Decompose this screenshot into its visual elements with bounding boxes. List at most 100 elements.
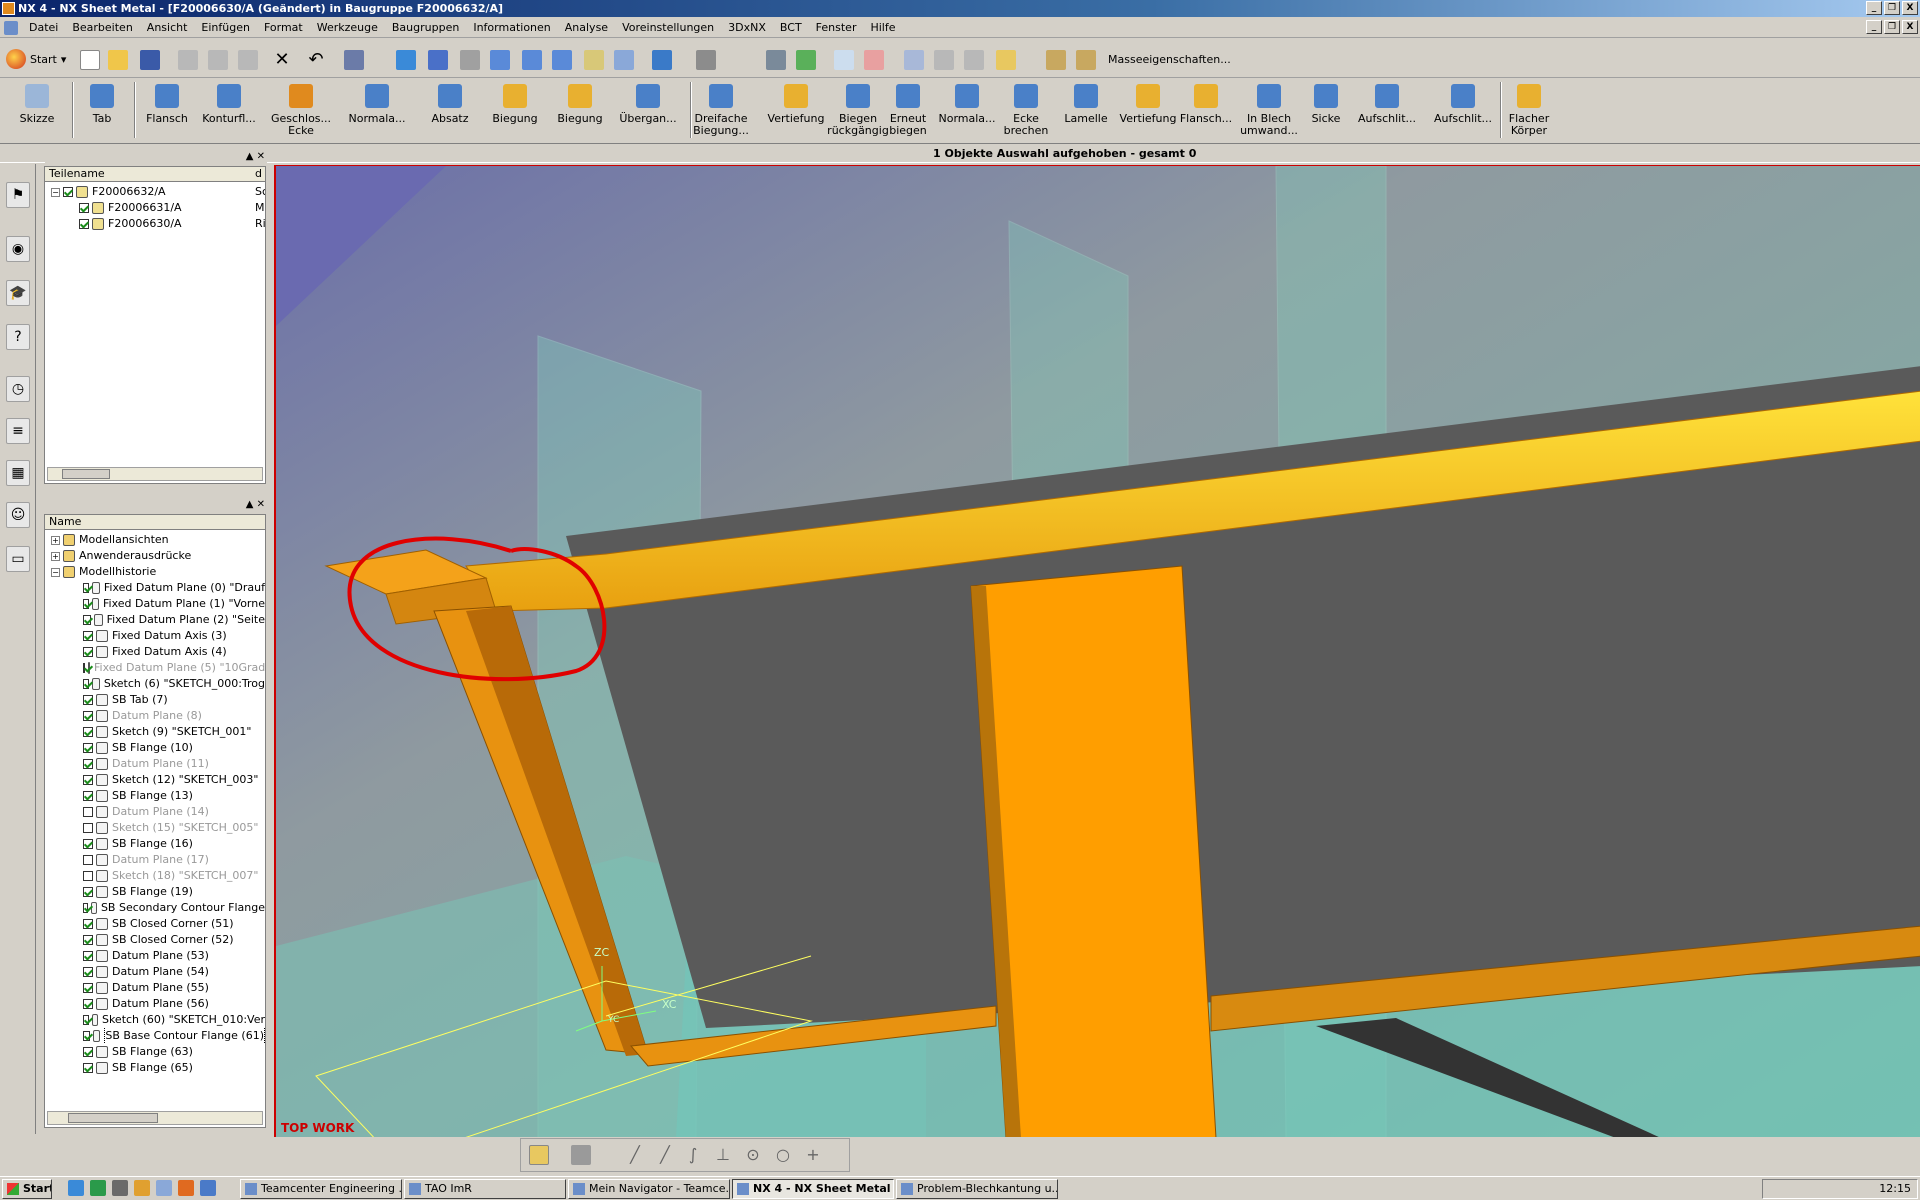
expand-toggle-icon[interactable]: +: [51, 551, 60, 561]
taskbar-button[interactable]: Teamcenter Engineering ...: [240, 1179, 402, 1199]
menu-fenster[interactable]: Fenster: [809, 21, 864, 35]
ribbon-button-flansch[interactable]: Flansch...: [1178, 80, 1234, 140]
feature-tree-row[interactable]: Fixed Datum Plane (2) "Seite: [45, 612, 265, 628]
roles-tab-icon[interactable]: ☺: [6, 502, 30, 528]
feature-checkbox[interactable]: [83, 743, 93, 753]
feature-tree-row[interactable]: SB Flange (19): [45, 884, 265, 900]
feature-checkbox[interactable]: [83, 919, 93, 929]
feature-checkbox[interactable]: [83, 679, 90, 689]
web-browser-tab-icon[interactable]: ▭: [6, 546, 30, 572]
ribbon-button-aufschlit[interactable]: Aufschlit...: [1354, 80, 1420, 140]
ribbon-button-übergan[interactable]: Übergan...: [618, 80, 678, 140]
feature-tree-row[interactable]: SB Closed Corner (52): [45, 932, 265, 948]
document-icon[interactable]: [4, 21, 18, 35]
graphics-viewport[interactable]: ZC XC YC TOP WORK: [274, 165, 1920, 1137]
feature-tree-row[interactable]: Fixed Datum Plane (0) "Drauf: [45, 580, 265, 596]
part-horizontal-scrollbar[interactable]: [47, 1111, 263, 1125]
quicklaunch-icon[interactable]: [178, 1180, 194, 1196]
windows-start-button[interactable]: Start: [2, 1179, 52, 1199]
feature-checkbox[interactable]: [83, 1015, 89, 1025]
ribbon-button-ecke-brechen[interactable]: Ecke brechen: [1000, 80, 1052, 140]
ribbon-button-in-blech-umwand[interactable]: In Blech umwand...: [1236, 80, 1302, 140]
feature-tree-row[interactable]: SB Flange (10): [45, 740, 265, 756]
help-tab-icon[interactable]: ?: [6, 324, 30, 350]
ribbon-button-sicke[interactable]: Sicke: [1306, 80, 1346, 140]
taskbar-button[interactable]: Mein Navigator - Teamce...: [568, 1179, 730, 1199]
menu-baugruppen[interactable]: Baugruppen: [385, 21, 466, 35]
feature-checkbox[interactable]: [83, 871, 93, 881]
view-orientation-icon[interactable]: [652, 50, 672, 70]
menu-bearbeiten[interactable]: Bearbeiten: [65, 21, 139, 35]
feature-checkbox[interactable]: [83, 711, 93, 721]
feature-tree-row[interactable]: Fixed Datum Axis (4): [45, 644, 265, 660]
quicklaunch-icon[interactable]: [200, 1180, 216, 1196]
undo-icon[interactable]: ↶: [306, 50, 326, 70]
quadrant-snap-icon[interactable]: ○: [773, 1145, 793, 1165]
feature-checkbox[interactable]: [83, 1031, 90, 1041]
quicklaunch-icon[interactable]: [112, 1180, 128, 1196]
ribbon-button-erneut-biegen[interactable]: Erneut biegen: [884, 80, 932, 140]
feature-checkbox[interactable]: [83, 823, 93, 833]
feature-checkbox[interactable]: [83, 599, 89, 609]
part-navigator-tab-icon[interactable]: ◉: [6, 236, 30, 262]
feature-checkbox[interactable]: [83, 583, 90, 593]
taskbar-button[interactable]: Problem-Blechkantung u...: [896, 1179, 1058, 1199]
snap-icon[interactable]: [834, 50, 854, 70]
ribbon-button-aufschlit[interactable]: Aufschlit...: [1432, 80, 1494, 140]
ribbon-button-dreifache-biegung[interactable]: Dreifache Biegung...: [690, 80, 752, 140]
line-snap-icon[interactable]: ╱: [625, 1145, 645, 1165]
start-menu-button[interactable]: Start ▾: [6, 49, 66, 69]
feature-tree-row[interactable]: SB Flange (13): [45, 788, 265, 804]
feature-tree-row[interactable]: Datum Plane (8): [45, 708, 265, 724]
menu-format[interactable]: Format: [257, 21, 310, 35]
feature-checkbox[interactable]: [83, 631, 93, 641]
feature-tree-row[interactable]: Sketch (6) "SKETCH_000:Trog: [45, 676, 265, 692]
ribbon-button-biegung[interactable]: Biegung: [486, 80, 544, 140]
feature-checkbox[interactable]: [83, 967, 93, 977]
close-button[interactable]: X: [1902, 1, 1918, 15]
expand-toggle-icon[interactable]: +: [51, 535, 60, 545]
menu-informationen[interactable]: Informationen: [466, 21, 557, 35]
assembly-icon[interactable]: [904, 50, 924, 70]
feature-checkbox[interactable]: [83, 951, 93, 961]
menu-ansicht[interactable]: Ansicht: [140, 21, 195, 35]
perspective-icon[interactable]: [614, 50, 634, 70]
feature-checkbox[interactable]: [83, 887, 93, 897]
arc-snap-icon[interactable]: ∫: [683, 1145, 703, 1165]
ribbon-button-biegung[interactable]: Biegung: [556, 80, 604, 140]
feature-tree-row[interactable]: SB Flange (63): [45, 1044, 265, 1060]
feature-checkbox[interactable]: [83, 759, 93, 769]
mass-properties-button[interactable]: Masseeigenschaften...: [1108, 53, 1231, 66]
new-file-icon[interactable]: [80, 50, 100, 70]
taskbar-button[interactable]: TAO ImR: [404, 1179, 566, 1199]
quicklaunch-icon[interactable]: [68, 1180, 84, 1196]
training-tab-icon[interactable]: 🎓: [6, 280, 30, 306]
ribbon-button-konturfl[interactable]: Konturfl...: [200, 80, 258, 140]
ribbon-button-vertiefung[interactable]: Vertiefung: [1120, 80, 1176, 140]
feature-tree-row[interactable]: SB Closed Corner (51): [45, 916, 265, 932]
navigator-folder[interactable]: + Anwenderausdrücke: [45, 548, 265, 564]
ribbon-button-skizze[interactable]: Skizze: [14, 80, 60, 140]
feature-checkbox[interactable]: [83, 807, 93, 817]
feature-checkbox[interactable]: [83, 775, 93, 785]
center-snap-icon[interactable]: ⊙: [743, 1145, 763, 1165]
refresh-icon[interactable]: [396, 50, 416, 70]
measure-angle-icon[interactable]: [964, 50, 984, 70]
feature-checkbox[interactable]: [83, 727, 93, 737]
feature-tree-row[interactable]: Sketch (12) "SKETCH_003": [45, 772, 265, 788]
expand-toggle-icon[interactable]: −: [51, 567, 60, 577]
feature-checkbox[interactable]: [83, 903, 89, 913]
clock[interactable]: 12:15: [1879, 1182, 1911, 1195]
expand-toggle-icon[interactable]: −: [51, 187, 60, 197]
feature-checkbox[interactable]: [83, 999, 93, 1009]
rotate-icon[interactable]: [552, 50, 572, 70]
feature-tree-row[interactable]: SB Flange (65): [45, 1060, 265, 1076]
intersection-snap-icon[interactable]: ⊥: [713, 1145, 733, 1165]
reuse-library-tab-icon[interactable]: ≡: [6, 418, 30, 444]
zoom-in-out-icon[interactable]: [522, 50, 542, 70]
menu-werkzeuge[interactable]: Werkzeuge: [310, 21, 385, 35]
menu-bct[interactable]: BCT: [773, 21, 809, 35]
feature-checkbox[interactable]: [83, 935, 93, 945]
assembly-navigator-tab-icon[interactable]: ⚑: [6, 182, 30, 208]
assembly-tree-row[interactable]: F20006631/A Mo: [45, 200, 265, 216]
